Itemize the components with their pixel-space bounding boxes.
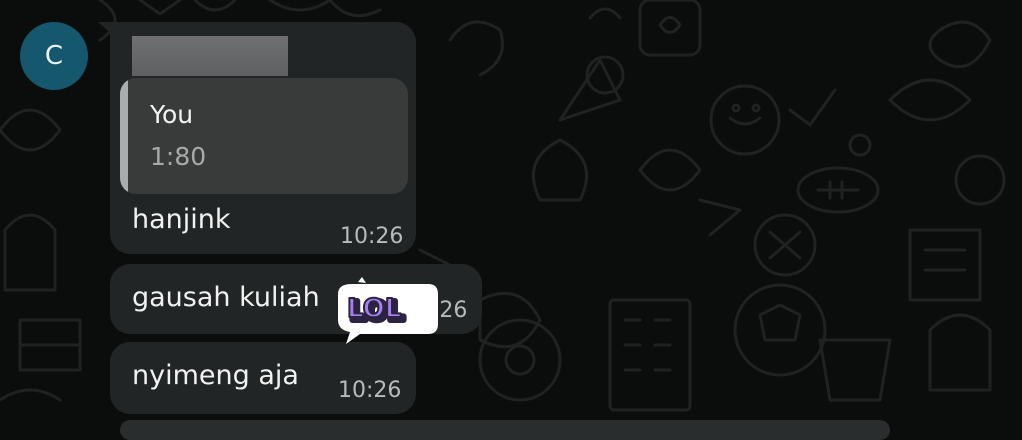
message-text: gausah kuliah	[132, 282, 320, 313]
message-text: hanjink	[132, 204, 231, 235]
quoted-reply[interactable]: You 1:80	[120, 78, 408, 194]
message-bubble[interactable]: nyimeng aja 10:26	[110, 342, 416, 414]
redacted-sender-name	[132, 36, 288, 76]
quote-text: 1:80	[150, 142, 207, 171]
message-time: 10:26	[338, 378, 402, 403]
message-bubble[interactable]: You 1:80 hanjink 10:26	[110, 22, 416, 254]
lol-sticker[interactable]: LOL LOL	[332, 276, 442, 346]
quote-author: You	[150, 100, 194, 129]
quote-accent-bar	[120, 78, 128, 194]
avatar-initial: C	[44, 41, 64, 71]
message-bubble-partial[interactable]	[120, 420, 890, 440]
contact-avatar[interactable]: C	[20, 22, 88, 90]
message-time: 10:26	[340, 224, 404, 249]
sticker-text: LOL	[347, 294, 401, 324]
message-text: nyimeng aja	[132, 360, 299, 391]
